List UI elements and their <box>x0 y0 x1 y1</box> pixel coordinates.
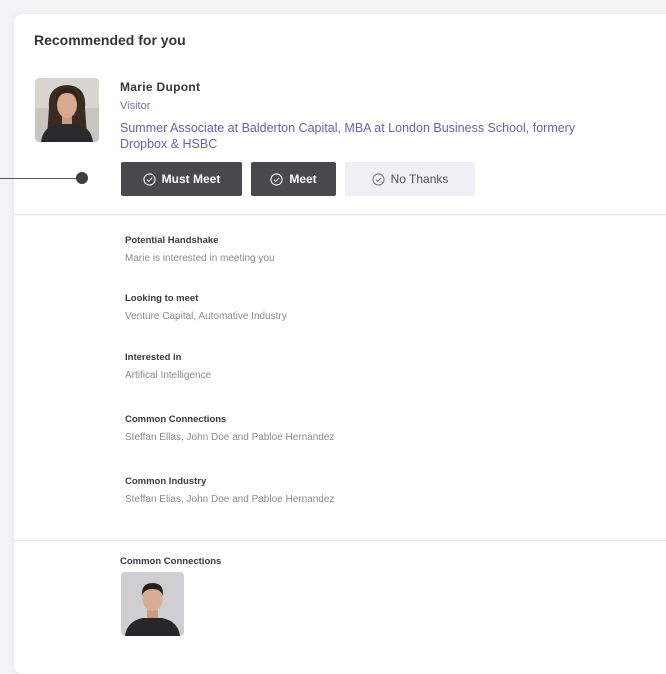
must-meet-label: Must Meet <box>161 172 221 186</box>
detail-label: Potential Handshake <box>125 235 219 246</box>
detail-value: Marie is interested in meeting you <box>125 253 275 264</box>
person-headline: Summer Associate at Balderton Capital, M… <box>120 121 576 151</box>
common-connections-label: Common Connections <box>120 556 222 567</box>
detail-label: Common Industry <box>125 476 207 487</box>
detail-label: Interested in <box>125 352 182 363</box>
person-role: Visitor <box>120 100 151 112</box>
check-circle-icon <box>372 172 385 186</box>
section-title: Recommended for you <box>34 32 186 48</box>
recommendation-card: Recommended for you Marie Dupont Visitor… <box>0 14 666 674</box>
detail-label: Common Connections <box>125 414 227 425</box>
timeline-dot-icon <box>76 172 88 184</box>
detail-label: Looking to meet <box>125 293 199 304</box>
detail-looking-to-meet: Looking to meet Venture Capital, Automat… <box>125 293 287 322</box>
detail-common-connections: Common Connections Steffan Ellas, John D… <box>125 414 334 443</box>
connection-avatar[interactable] <box>121 572 184 636</box>
timeline-connector-line <box>0 178 82 179</box>
detail-potential-handshake: Potential Handshake Marie is interested … <box>125 235 275 264</box>
divider-top <box>14 214 666 215</box>
no-thanks-button[interactable]: No Thanks <box>345 162 475 196</box>
detail-value: Artifical Intelligence <box>125 370 212 381</box>
meet-button[interactable]: Meet <box>251 162 336 196</box>
detail-value: Venture Capital, Automative Industry <box>125 311 287 322</box>
person-avatar[interactable] <box>35 78 99 142</box>
detail-value: Steffan Elias, John Doe and Pabloe Herna… <box>125 494 335 505</box>
check-circle-icon <box>143 172 156 186</box>
detail-interested-in: Interested in Artifical Intelligence <box>125 352 211 381</box>
must-meet-button[interactable]: Must Meet <box>121 162 242 196</box>
divider-bottom <box>14 540 666 541</box>
no-thanks-label: No Thanks <box>390 172 449 186</box>
person-name[interactable]: Marie Dupont <box>120 80 200 94</box>
meet-label: Meet <box>289 172 317 186</box>
detail-value: Steffan Ellas, John Doe and Pabloe Herna… <box>125 432 335 443</box>
check-circle-icon <box>270 172 283 186</box>
detail-common-industry: Common Industry Steffan Elias, John Doe … <box>125 476 334 505</box>
